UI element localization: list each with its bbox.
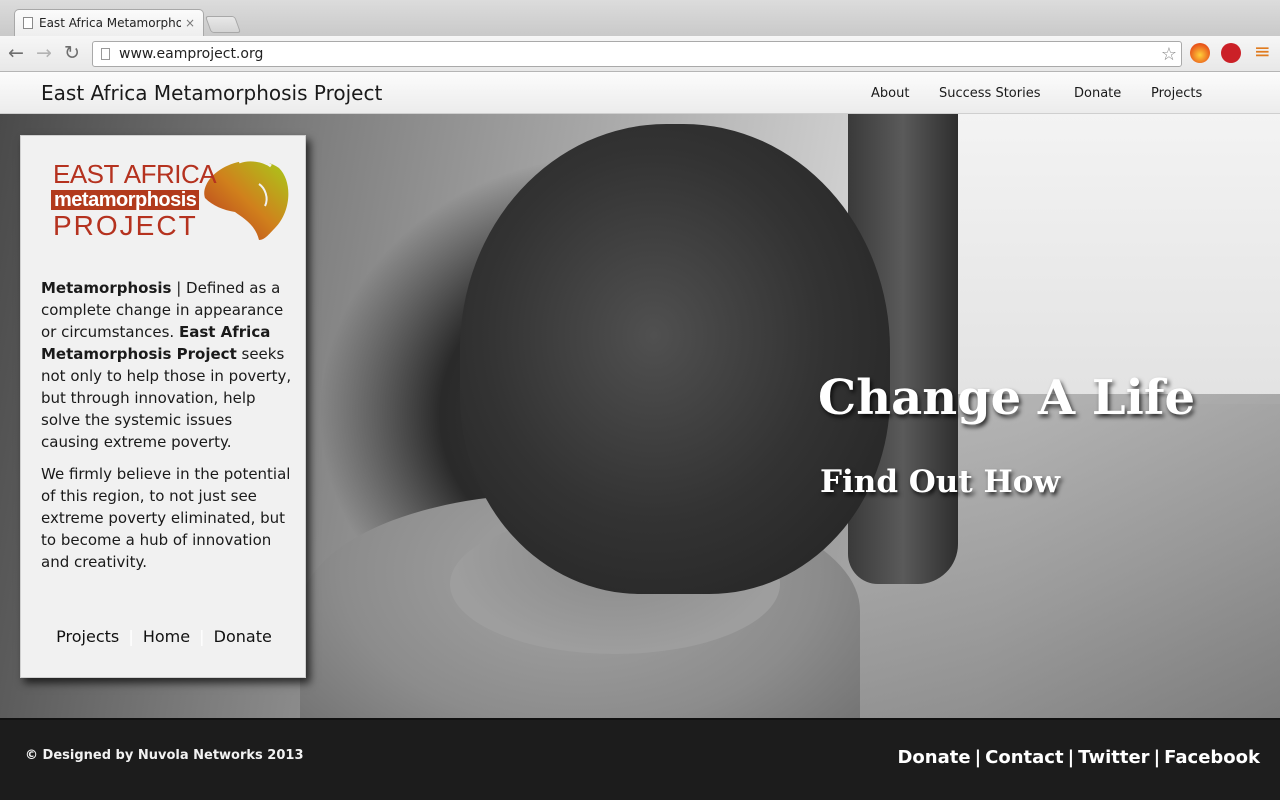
panel-paragraph-1: Metamorphosis | Defined as a complete ch… [41,279,292,451]
panel-links: Projects | Home | Donate [21,627,307,646]
pinterest-extension-icon[interactable] [1221,43,1241,63]
separator: | [1067,747,1075,768]
new-tab-button[interactable] [204,16,242,33]
reload-icon[interactable]: ↻ [64,42,80,64]
hero-child-face [460,124,890,594]
panel-link-home[interactable]: Home [143,627,190,646]
menu-icon[interactable]: ≡ [1254,40,1271,62]
info-panel: EAST AFRICA metamorphosis PROJECT Metamo… [20,135,306,678]
back-arrow-icon[interactable]: ← [8,42,24,64]
site-title[interactable]: East Africa Metamorphosis Project [41,81,382,105]
footer-link-facebook[interactable]: Facebook [1164,747,1260,768]
logo-text-east-africa: EAST AFRICA [53,159,217,189]
tab-close-icon[interactable]: × [185,16,195,30]
nav-about[interactable]: About [871,86,909,101]
footer-link-donate[interactable]: Donate [897,747,970,768]
tab-title: East Africa Metamorphosis [39,16,181,30]
bookmark-star-icon[interactable]: ☆ [1161,44,1177,65]
separator: | [974,747,982,768]
browser-tabstrip: East Africa Metamorphosis × [0,0,1280,36]
browser-tab[interactable]: East Africa Metamorphosis × [14,9,204,36]
footer-link-twitter[interactable]: Twitter [1078,747,1149,768]
nav-donate[interactable]: Donate [1074,86,1121,101]
hero-headline: Change A Life [818,370,1196,426]
eam-logo[interactable]: EAST AFRICA metamorphosis PROJECT [51,154,291,250]
nav-success-stories[interactable]: Success Stories [939,86,1041,101]
separator: | [199,627,205,646]
copyright-text: © Designed by Nuvola Networks 2013 [25,748,304,763]
panel-paragraph-2: We firmly believe in the potential of th… [41,465,291,571]
site-header: East Africa Metamorphosis Project About … [0,72,1280,114]
logo-text-metamorphosis: metamorphosis [51,190,200,210]
firebug-extension-icon[interactable] [1190,43,1210,63]
forward-arrow-icon[interactable]: → [36,42,52,64]
url-text[interactable]: www.eamproject.org [119,46,263,62]
logo-text-project: PROJECT [53,210,198,241]
address-bar[interactable]: www.eamproject.org ☆ [92,41,1182,67]
separator: | [128,627,134,646]
nav-projects[interactable]: Projects [1151,86,1202,101]
find-out-how-link[interactable]: Find Out How [820,464,1060,500]
panel-link-projects[interactable]: Projects [56,627,119,646]
footer-links: Donate | Contact | Twitter | Facebook [897,747,1260,768]
site-footer: © Designed by Nuvola Networks 2013 Donat… [0,718,1280,800]
panel-description: Metamorphosis | Defined as a complete ch… [41,277,293,583]
footer-link-contact[interactable]: Contact [985,747,1063,768]
separator: | [1153,747,1161,768]
page-icon [101,48,110,60]
page-favicon-icon [23,17,33,29]
panel-link-donate[interactable]: Donate [214,627,272,646]
